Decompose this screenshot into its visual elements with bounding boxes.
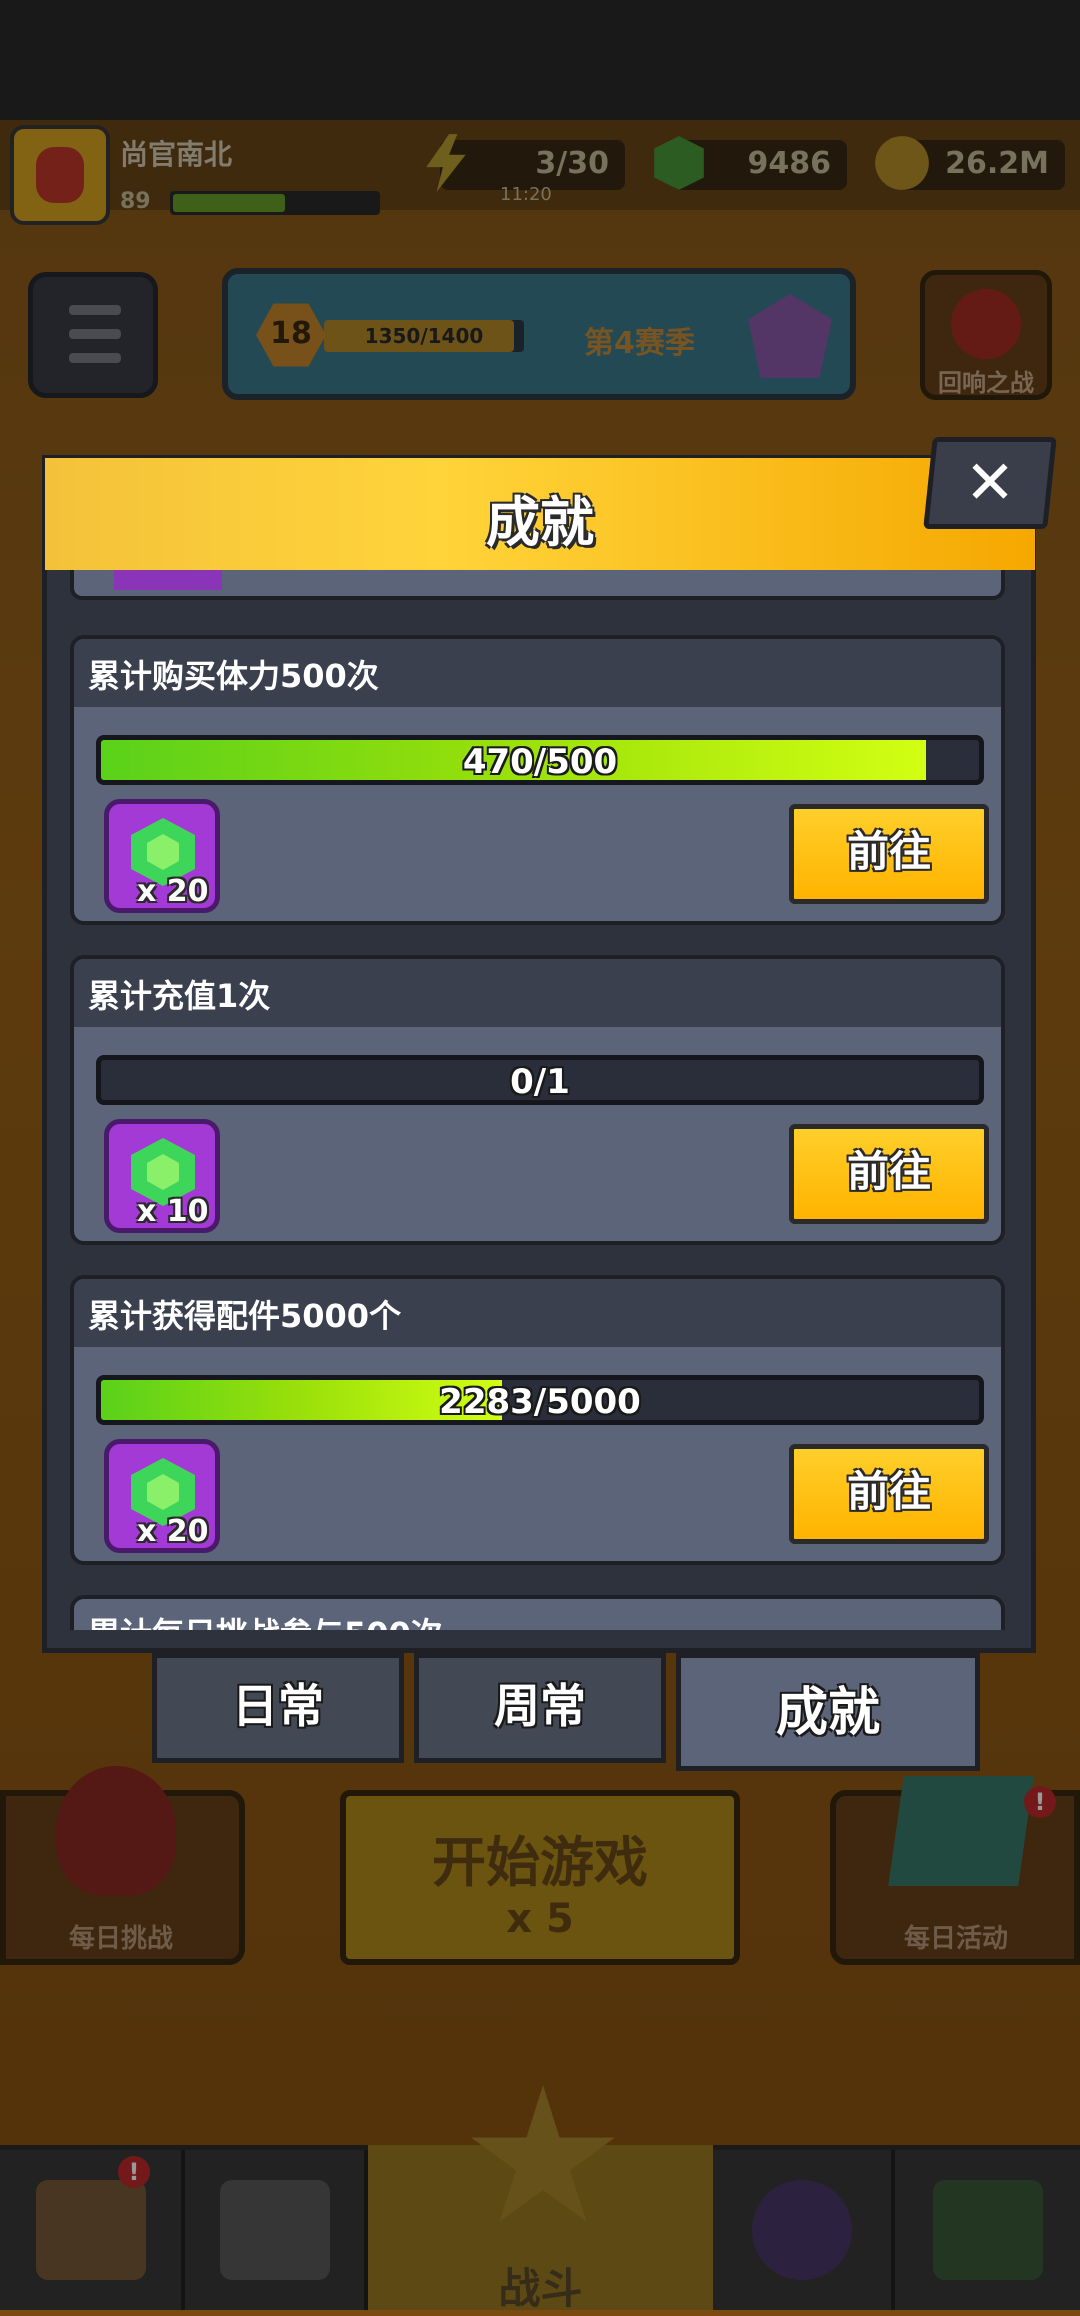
reward-quantity: x 10: [137, 1194, 209, 1229]
modal-title: 成就: [486, 491, 594, 554]
reward-item[interactable]: x 20: [104, 799, 220, 913]
close-icon: ✕: [964, 448, 1016, 518]
reward-quantity: x 20: [137, 1514, 209, 1549]
reward-quantity: x 20: [137, 874, 209, 909]
achievement-card-partial: 累计每日挑战参与500次: [70, 1595, 1005, 1630]
achievement-card: 累计购买体力500次 470/500 x 20 前往: [70, 635, 1005, 925]
previous-card-edge: [70, 570, 1005, 600]
reward-item[interactable]: x 10: [104, 1119, 220, 1233]
tab-achievements[interactable]: 成就: [676, 1653, 980, 1771]
tab-daily[interactable]: 日常: [152, 1653, 404, 1763]
tab-weekly[interactable]: 周常: [414, 1653, 666, 1763]
go-button[interactable]: 前往: [789, 804, 989, 904]
achievement-title: 累计购买体力500次: [88, 657, 379, 695]
go-button[interactable]: 前往: [789, 1444, 989, 1544]
achievement-card: 累计获得配件5000个 2283/5000 x 20 前往: [70, 1275, 1005, 1565]
achievement-card: 累计充值1次 0/1 x 10 前往: [70, 955, 1005, 1245]
achievement-title: 累计充值1次: [88, 977, 271, 1015]
achievement-progress-bar: 0/1: [96, 1055, 984, 1105]
progress-text: 2283/5000: [439, 1382, 641, 1422]
achievement-progress-bar: 2283/5000: [96, 1375, 984, 1425]
achievement-title: 累计获得配件5000个: [88, 1297, 402, 1335]
close-button[interactable]: ✕: [923, 437, 1057, 529]
reward-item[interactable]: x 20: [104, 1439, 220, 1553]
achievement-title: 累计每日挑战参与500次: [88, 1609, 443, 1630]
progress-text: 470/500: [462, 742, 618, 782]
go-button[interactable]: 前往: [789, 1124, 989, 1224]
progress-text: 0/1: [510, 1062, 570, 1102]
achievement-progress-bar: 470/500: [96, 735, 984, 785]
achievement-list[interactable]: 累计购买体力500次 470/500 x 20 前往 累计充值1次 0/1 x …: [60, 570, 1020, 1630]
